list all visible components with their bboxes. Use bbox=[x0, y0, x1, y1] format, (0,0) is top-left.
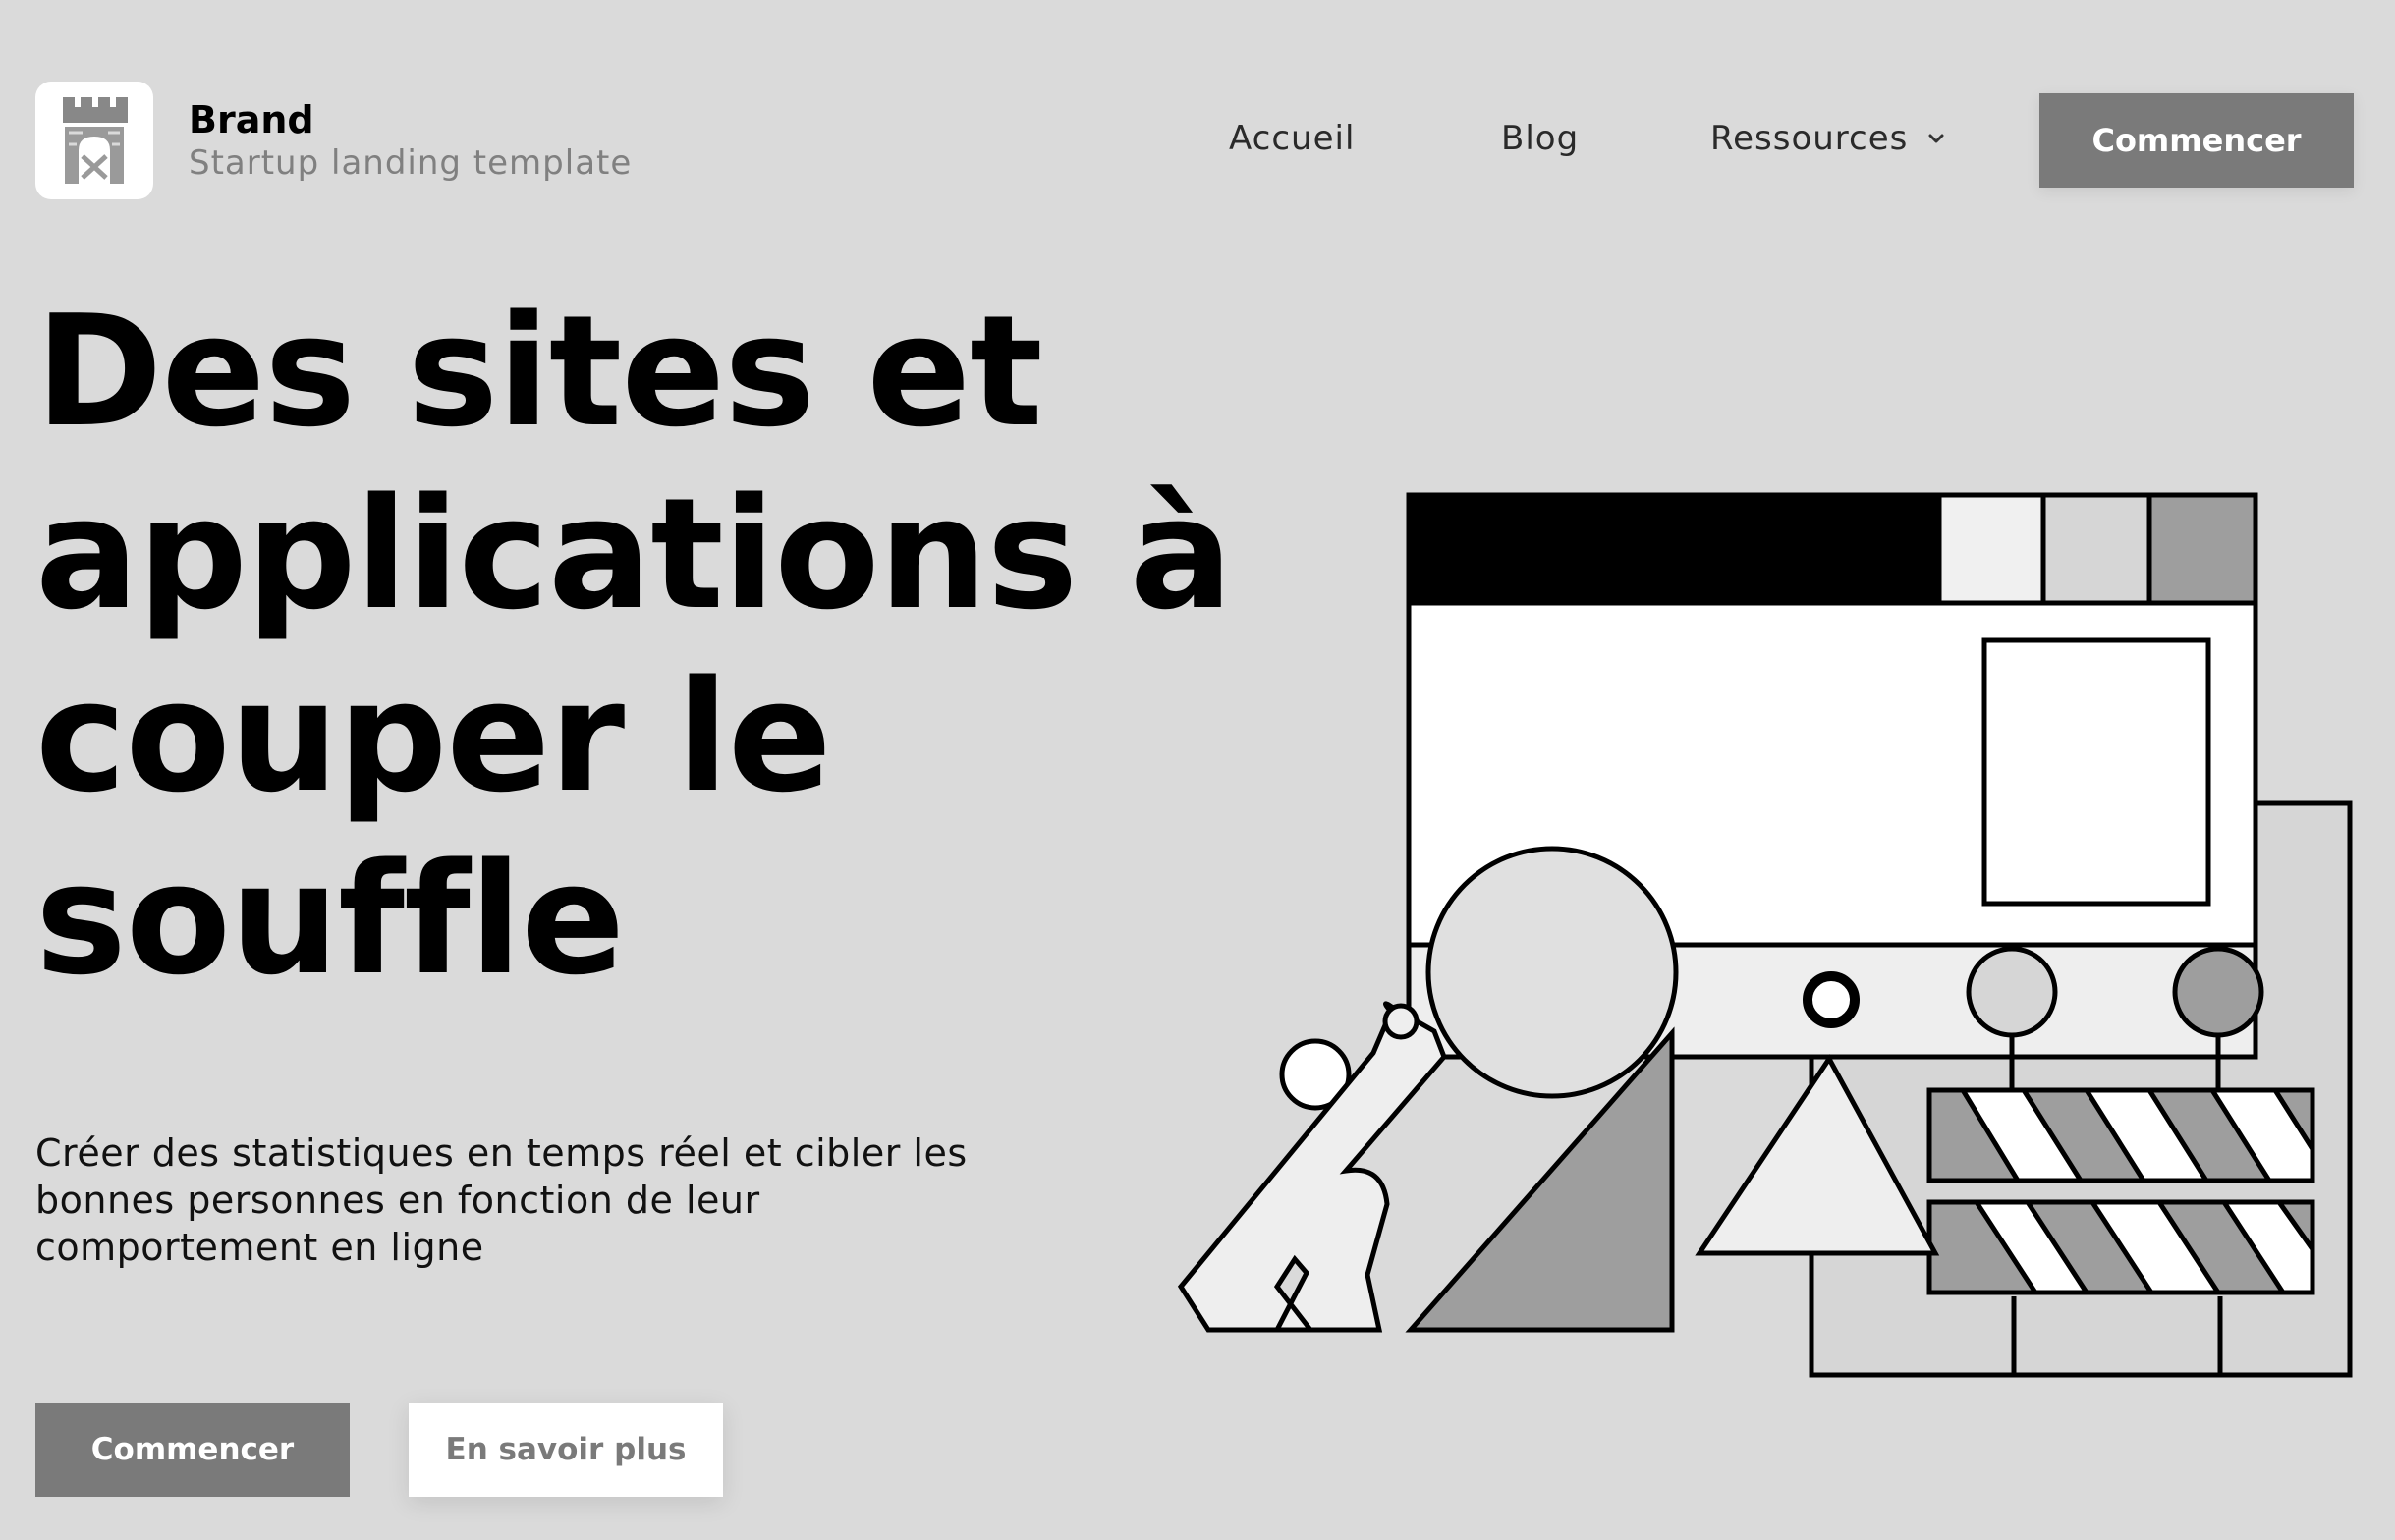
hero-subtitle: Créer des statistiques en temps réel et … bbox=[35, 1129, 1067, 1271]
nav-home-link[interactable]: Accueil bbox=[1229, 119, 1355, 158]
chevron-down-icon bbox=[1928, 134, 1944, 143]
hero-title-line: Des sites et bbox=[35, 282, 1043, 461]
nav-resources-dropdown[interactable]: Ressources bbox=[1710, 119, 1947, 158]
brand-logo[interactable] bbox=[35, 82, 153, 199]
nav-blog-link[interactable]: Blog bbox=[1501, 119, 1579, 158]
construction-website-illustration bbox=[1177, 492, 2353, 1378]
castle-tower-icon bbox=[63, 97, 128, 184]
hero-title-line: applications à bbox=[35, 465, 1233, 643]
hero-subtitle-line: bonnes personnes en fonction de leur bbox=[35, 1179, 760, 1222]
hero-title-line: couper le bbox=[35, 647, 832, 826]
hero-subtitle-line: Créer des statistiques en temps réel et … bbox=[35, 1131, 968, 1175]
brand-tagline: Startup landing template bbox=[189, 143, 633, 183]
hero-subtitle-line: comportement en ligne bbox=[35, 1226, 484, 1269]
hero-title: Des sites et applications à couper le so… bbox=[35, 280, 1233, 1011]
brand-name: Brand bbox=[189, 98, 314, 141]
header-start-button[interactable]: Commencer bbox=[2039, 93, 2354, 188]
learn-more-button[interactable]: En savoir plus bbox=[409, 1402, 723, 1497]
hero-title-line: souffle bbox=[35, 830, 625, 1009]
hero-start-button[interactable]: Commencer bbox=[35, 1402, 350, 1497]
nav-resources-label: Ressources bbox=[1710, 119, 1909, 158]
